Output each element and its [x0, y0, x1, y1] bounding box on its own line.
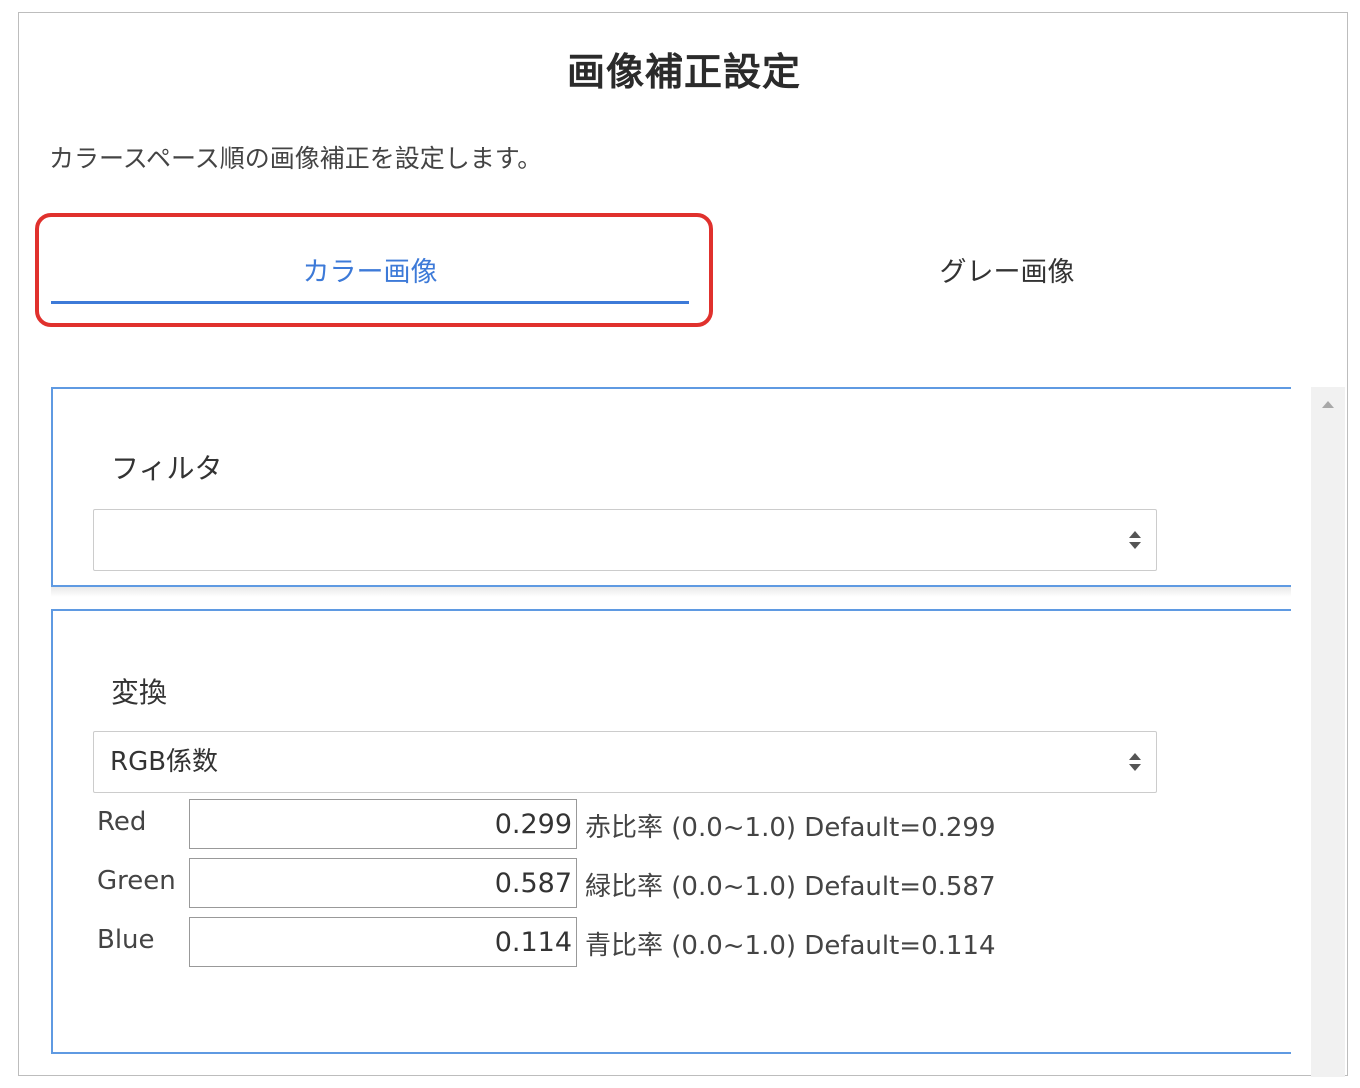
filter-label: フィルタ: [111, 452, 223, 485]
red-label: Red: [97, 807, 147, 837]
tab-gray-image-label: グレー画像: [939, 257, 1075, 288]
select-arrows-icon: [1129, 753, 1141, 771]
transform-select-value: RGB係数: [110, 747, 219, 777]
tab-highlight-annotation: [35, 213, 713, 327]
blue-note: 青比率 (0.0~1.0) Default=0.114: [585, 931, 996, 961]
tab-gray-image[interactable]: グレー画像: [689, 243, 1325, 303]
filter-select[interactable]: [93, 509, 1157, 571]
blue-label: Blue: [97, 925, 155, 955]
dialog-title: 画像補正設定: [566, 50, 801, 94]
red-note: 赤比率 (0.0~1.0) Default=0.299: [585, 813, 996, 843]
settings-scroll-area: フィルタ 変換 RGB係数 Red 赤比率 (0.0~1: [51, 387, 1291, 1077]
filter-panel: フィルタ: [51, 387, 1291, 587]
scroll-up-arrow-icon[interactable]: [1322, 401, 1334, 408]
green-coefficient-input[interactable]: [189, 858, 577, 908]
select-arrows-icon: [1129, 531, 1141, 549]
dialog-description: カラースペース順の画像補正を設定します。: [49, 144, 543, 173]
transform-panel: 変換 RGB係数 Red 赤比率 (0.0~1.0) Default=0.299…: [51, 609, 1291, 1054]
green-note: 緑比率 (0.0~1.0) Default=0.587: [585, 872, 996, 902]
panel-divider-shadow: [51, 587, 1291, 597]
dialog-frame: 画像補正設定 カラースペース順の画像補正を設定します。 カラー画像 グレー画像 …: [18, 12, 1348, 1077]
green-label: Green: [97, 866, 176, 896]
vertical-scrollbar[interactable]: [1311, 387, 1345, 1077]
transform-label: 変換: [111, 676, 168, 709]
blue-coefficient-input[interactable]: [189, 917, 577, 967]
red-coefficient-input[interactable]: [189, 799, 577, 849]
transform-select[interactable]: RGB係数: [93, 731, 1157, 793]
